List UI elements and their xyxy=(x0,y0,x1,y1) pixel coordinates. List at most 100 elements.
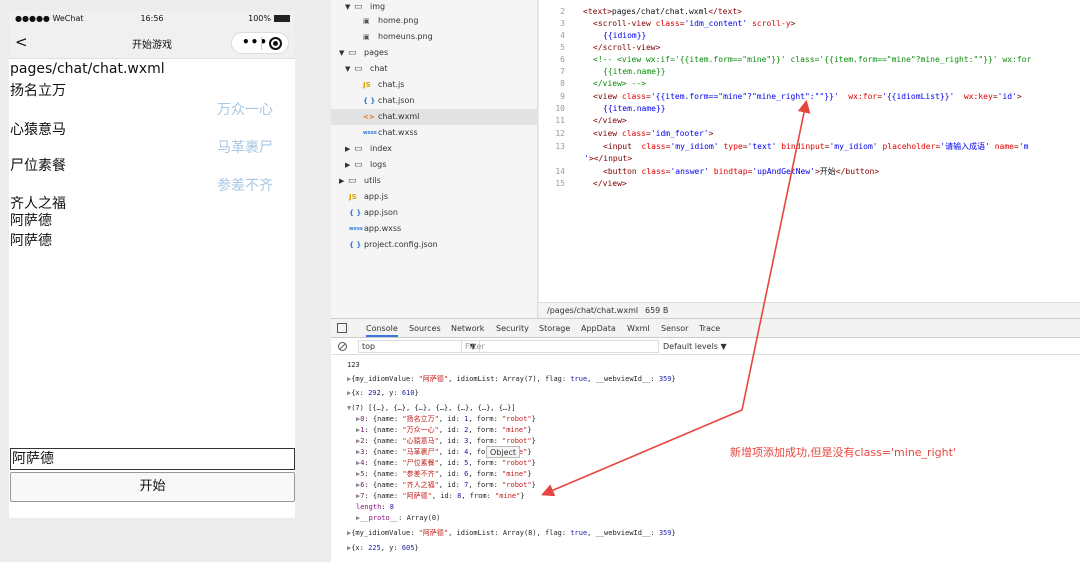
code-token: </text> xyxy=(708,7,742,16)
folder-open-icon: ▭ xyxy=(348,48,357,58)
code-text: </scroll-view> xyxy=(593,42,660,54)
code-token: {{item.name}} xyxy=(603,104,666,113)
file-tree-item[interactable]: JS chat.js xyxy=(331,77,538,93)
devtools-tabs: Console Sources Network Security Storage AppD… xyxy=(331,319,1080,338)
tab-trace[interactable]: Trace xyxy=(699,324,720,333)
file-name: chat.wxml xyxy=(378,112,420,121)
code-token: class xyxy=(621,129,646,138)
code-editor[interactable]: 2 <text>pages/chat/chat.wxml</text> 3 <scro… xyxy=(539,0,1080,302)
code-token: 'my_idiom' xyxy=(670,142,719,151)
inspect-icon[interactable] xyxy=(337,323,347,333)
idiom-input[interactable]: 阿萨德 xyxy=(10,448,295,470)
tab-sources[interactable]: Sources xyxy=(409,324,441,333)
tab-wxml[interactable]: Wxml xyxy=(627,324,650,333)
tab-sensor[interactable]: Sensor xyxy=(661,324,688,333)
tab-storage[interactable]: Storage xyxy=(539,324,570,333)
file-tree-item[interactable]: { } app.json xyxy=(331,205,538,221)
file-tree-item[interactable]: { } chat.json xyxy=(331,93,538,109)
file-tree-item[interactable]: ▣ home.png xyxy=(331,13,538,29)
file-tree-item[interactable]: wxss chat.wxss xyxy=(331,125,538,141)
console-token: } xyxy=(671,529,676,537)
code-line: 8 </view> --> xyxy=(539,78,1080,90)
clear-console-icon[interactable] xyxy=(338,342,347,351)
file-tree-item[interactable]: ▼ ▭ chat xyxy=(331,61,538,77)
code-token: 'm xyxy=(1018,142,1029,151)
console-token: , form: xyxy=(468,459,503,467)
code-token: 'upAndGetNew' xyxy=(752,167,815,176)
console-token: : {name: xyxy=(364,470,403,478)
console-token: "mine" xyxy=(502,426,528,434)
file-tree-item[interactable]: ▶ ▭ logs xyxy=(331,157,538,173)
file-tree-item[interactable]: ▼ ▭ pages xyxy=(331,45,538,61)
console-token: length xyxy=(356,503,382,511)
idiom-item: 心猿意马 xyxy=(10,122,66,138)
more-dots-icon[interactable]: ••• xyxy=(242,35,268,49)
code-token: '{{item.form=="mine"?"mine_right":""}}' xyxy=(650,92,839,101)
collapsed-arrow-icon[interactable]: ▶ xyxy=(345,141,350,157)
json-file-icon: { } xyxy=(349,241,362,249)
file-tree-item[interactable]: ▣ homeuns.png xyxy=(331,29,538,45)
code-token: scroll-y xyxy=(747,19,791,28)
console-text: ▶{my_idiomValue: "阿萨德", idiomList: Array… xyxy=(347,528,676,539)
line-number: 4 xyxy=(560,31,565,40)
wxss-file-icon: wxss xyxy=(349,226,363,232)
tab-security[interactable]: Security xyxy=(496,324,529,333)
code-token: class xyxy=(621,92,646,101)
code-token: 'id' xyxy=(997,92,1017,101)
console-token: , form: xyxy=(468,481,503,489)
tab-console[interactable]: Console xyxy=(366,324,398,337)
close-target-icon[interactable] xyxy=(269,37,282,50)
code-text: <scroll-view class='idm_content' scroll-… xyxy=(593,18,795,30)
code-token: <scroll-view xyxy=(593,19,656,28)
idiom-item: 扬名立万 xyxy=(10,83,66,99)
file-tree-item[interactable]: ▶ ▭ utils xyxy=(331,173,538,189)
code-token: placeholder xyxy=(877,142,936,151)
code-token: > xyxy=(708,129,714,138)
file-tree-item[interactable]: { } project.config.json xyxy=(331,237,538,253)
collapsed-arrow-icon[interactable]: ▶ xyxy=(339,173,344,189)
idiom-item: 参差不齐 xyxy=(217,178,273,194)
console-token: : {name: xyxy=(364,415,403,423)
tab-network[interactable]: Network xyxy=(451,324,484,333)
code-token: <input xyxy=(603,142,637,151)
code-text: </view> xyxy=(593,115,627,127)
console-text: ▶6: {name: "齐人之福", id: 7, form: "robot"} xyxy=(356,480,536,491)
idiom-item: 万众一心 xyxy=(217,102,273,118)
expanded-arrow-icon[interactable]: ▼ xyxy=(345,61,350,77)
line-number: 12 xyxy=(555,129,565,138)
file-tree-item[interactable]: wxss app.wxss xyxy=(331,221,538,237)
file-path: /pages/chat/chat.wxml xyxy=(547,306,639,315)
code-text: <button class='answer' bindtap='upAndGet… xyxy=(603,166,879,178)
status-bar: ●●●●● WeChat 16:56 100% xyxy=(9,11,295,27)
code-line: 11 </view> xyxy=(539,115,1080,127)
battery-percent: 100% xyxy=(248,14,271,23)
console-token: : {name: xyxy=(364,426,403,434)
start-button[interactable]: 开始 xyxy=(10,472,295,502)
code-token: 'answer' xyxy=(670,167,709,176)
code-token: </view> --> xyxy=(593,79,646,88)
console-token: } xyxy=(414,389,419,397)
console-token: , __webviewId__: xyxy=(587,529,659,537)
code-line: 7 {{item.name}} xyxy=(539,66,1080,78)
console-text: ▶5: {name: "参差不齐", id: 6, form: "mine"} xyxy=(356,469,532,480)
line-number: 13 xyxy=(555,142,565,151)
file-tree-item[interactable]: ▶ ▭ index xyxy=(331,141,538,157)
code-line: 10 {{item.name}} xyxy=(539,103,1080,115)
code-text: <text>pages/chat/chat.wxml</text> xyxy=(583,6,742,18)
page-path-text: pages/chat/chat.wxml xyxy=(10,61,165,77)
console-token: "马革裹尸" xyxy=(402,448,439,456)
console-filter-input[interactable]: Filter xyxy=(461,340,659,353)
code-token: bindinput xyxy=(776,142,825,151)
console-token: , id: xyxy=(438,415,465,423)
log-levels-select[interactable]: Default levels ▼ xyxy=(663,342,727,351)
object-tooltip: Object xyxy=(486,446,521,458)
console-token: 359 xyxy=(658,529,672,537)
line-number: 9 xyxy=(560,92,565,101)
file-tree-item[interactable]: JS app.js xyxy=(331,189,538,205)
tab-appdata[interactable]: AppData xyxy=(581,324,616,333)
code-text: <!-- <view wx:if='{{item.form=="mine"}}'… xyxy=(593,54,1031,66)
collapsed-arrow-icon[interactable]: ▶ xyxy=(345,157,350,173)
console-token: 359 xyxy=(658,375,672,383)
file-tree-item[interactable]: <> chat.wxml xyxy=(331,109,538,125)
expanded-arrow-icon[interactable]: ▼ xyxy=(339,45,344,61)
